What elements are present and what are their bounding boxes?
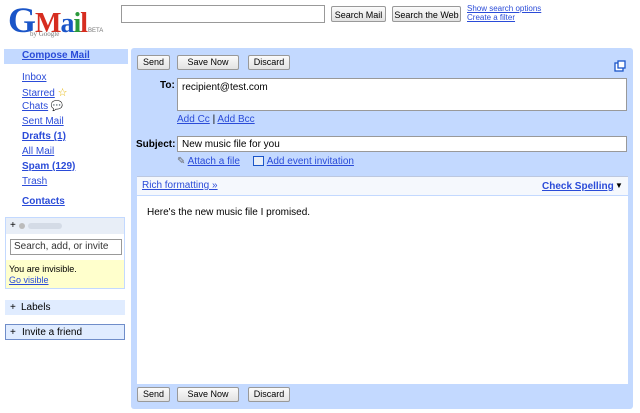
to-field[interactable]: recipient@test.com xyxy=(177,78,627,111)
chevron-down-icon[interactable]: ▼ xyxy=(615,181,623,190)
compose-mail-button[interactable]: Compose Mail xyxy=(4,49,128,64)
plus-icon: + xyxy=(10,327,16,338)
send-button-bottom[interactable]: Send xyxy=(137,387,170,402)
message-body-text: Here's the new music file I promised. xyxy=(147,207,311,218)
cc-separator: | xyxy=(212,114,216,125)
save-now-button-top[interactable]: Save Now xyxy=(177,55,239,70)
calendar-icon xyxy=(253,156,265,167)
chat-search-input[interactable]: Search, add, or invite xyxy=(10,239,122,255)
add-event-link[interactable]: Add event invitation xyxy=(267,156,354,167)
compose-mail-label: Compose Mail xyxy=(22,50,90,61)
cc-bcc-links: Add Cc | Add Bcc xyxy=(177,114,255,125)
attach-row: ✎ Attach a file Add event invitation xyxy=(177,156,354,167)
search-mail-button[interactable]: Search Mail xyxy=(331,6,386,22)
message-body-area[interactable]: Rich formatting » Check Spelling ▼ Here'… xyxy=(137,176,628,384)
star-icon: ☆ xyxy=(57,87,68,99)
logo-beta: BETA xyxy=(88,28,104,34)
sidebar-item-contacts[interactable]: Contacts xyxy=(22,196,65,207)
sidebar-item-inbox[interactable]: Inbox xyxy=(22,72,46,83)
labels-section[interactable]: + Labels xyxy=(5,300,125,315)
to-label: To: xyxy=(160,80,175,91)
sidebar-item-spam[interactable]: Spam (129) xyxy=(22,161,75,172)
subject-field[interactable]: New music file for you xyxy=(177,136,627,152)
sidebar-item-trash[interactable]: Trash xyxy=(22,176,47,187)
logo-by-google: by Google xyxy=(30,30,60,38)
rich-formatting-link[interactable]: Rich formatting » xyxy=(142,180,218,191)
save-now-button-bottom[interactable]: Save Now xyxy=(177,387,239,402)
subject-label: Subject: xyxy=(136,139,176,150)
sidebar-item-starred[interactable]: Starred ☆ xyxy=(22,86,67,99)
popout-icon[interactable] xyxy=(614,60,626,72)
invisible-text: You are invisible. xyxy=(9,264,77,274)
discard-button-top[interactable]: Discard xyxy=(248,55,290,70)
chat-bubble-icon: 💬 xyxy=(50,101,64,112)
go-visible-link[interactable]: Go visible xyxy=(9,275,49,285)
starred-label: Starred xyxy=(22,88,55,99)
add-bcc-link[interactable]: Add Bcc xyxy=(217,114,254,125)
sidebar-item-drafts[interactable]: Drafts (1) xyxy=(22,131,66,142)
sidebar-item-chats[interactable]: Chats 💬 xyxy=(22,101,63,112)
check-spelling-link[interactable]: Check Spelling xyxy=(542,181,614,192)
chats-label: Chats xyxy=(22,101,49,112)
subject-value: New music file for you xyxy=(182,139,280,150)
sidebar-item-sent[interactable]: Sent Mail xyxy=(22,116,64,127)
send-button-top[interactable]: Send xyxy=(137,55,170,70)
plus-icon: + xyxy=(10,302,16,313)
labels-title: Labels xyxy=(21,302,51,313)
create-filter-link[interactable]: Create a filter xyxy=(467,13,515,22)
search-web-button[interactable]: Search the Web xyxy=(392,6,461,22)
add-cc-link[interactable]: Add Cc xyxy=(177,114,210,125)
discard-button-bottom[interactable]: Discard xyxy=(248,387,290,402)
formatting-bar: Rich formatting » Check Spelling ▼ xyxy=(137,177,628,196)
chat-header[interactable]: + xyxy=(6,218,124,234)
invite-friend-section[interactable]: + Invite a friend xyxy=(5,324,125,340)
chat-panel: + Search, add, or invite You are invisib… xyxy=(5,217,125,289)
blurred-username xyxy=(28,223,62,229)
show-search-options-link[interactable]: Show search options xyxy=(467,4,541,13)
gmail-logo[interactable]: GMail by Google BETA xyxy=(8,2,108,42)
sidebar-item-all-mail[interactable]: All Mail xyxy=(22,146,54,157)
attach-file-link[interactable]: Attach a file xyxy=(188,156,240,167)
expand-icon[interactable]: + xyxy=(10,220,16,231)
search-input[interactable] xyxy=(121,5,325,23)
status-dot-icon xyxy=(19,223,25,229)
invisible-notice: You are invisible. Go visible xyxy=(6,260,124,288)
paperclip-icon: ✎ xyxy=(177,156,186,167)
invite-friend-label: Invite a friend xyxy=(22,327,83,338)
to-value: recipient@test.com xyxy=(182,82,268,93)
